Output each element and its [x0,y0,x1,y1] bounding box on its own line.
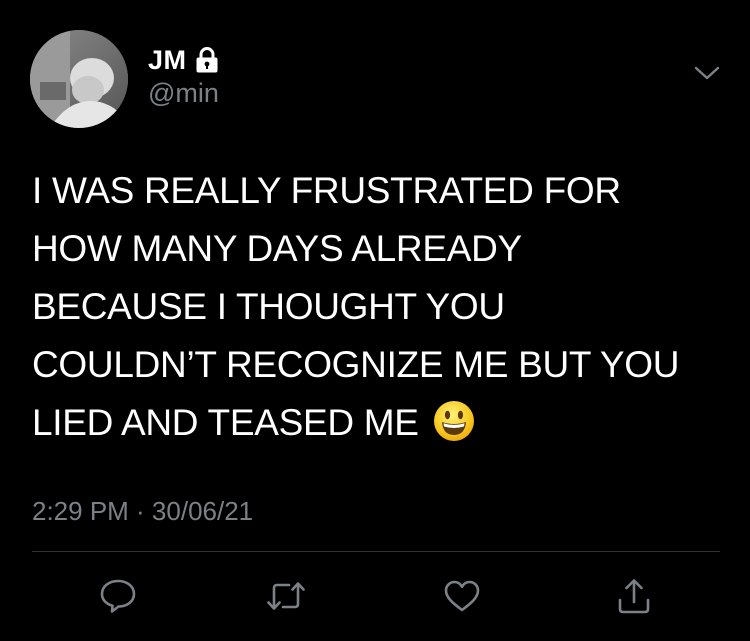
share-button[interactable] [612,578,656,618]
tweet-text-line: BECAUSE I THOUGHT YOU [32,286,505,327]
like-button[interactable] [440,578,484,618]
tweet-text-line: COULDN’T RECOGNIZE ME BUT YOU [32,344,680,385]
tweet-text-line: HOW MANY DAYS ALREADY [32,228,522,269]
user-name-row[interactable]: JM [148,43,219,77]
retweet-button[interactable] [264,578,308,618]
retweet-icon [265,578,307,619]
divider [32,551,720,552]
heart-icon [442,578,482,619]
tweet-text-line: LIED AND TEASED ME [32,402,419,443]
lock-icon [195,47,219,73]
tweet-text-line-last: LIED AND TEASED ME [32,394,732,452]
reply-button[interactable] [96,578,140,618]
grinning-face-emoji-icon [433,400,475,442]
tweet-card: JM @min I WAS REALLY FRUSTRATED FOR HOW … [0,0,750,641]
timestamp[interactable]: 2:29 PM · 30/06/21 [32,496,253,527]
comment-bubble-icon [98,577,138,620]
share-icon [614,576,654,621]
user-handle[interactable]: @min [148,78,219,109]
tweet-text-line: I WAS REALLY FRUSTRATED FOR [32,170,621,211]
avatar[interactable] [30,30,128,128]
chevron-down-icon[interactable] [692,62,722,84]
tweet-text: I WAS REALLY FRUSTRATED FOR HOW MANY DAY… [32,162,732,452]
display-name[interactable]: JM [148,45,187,76]
